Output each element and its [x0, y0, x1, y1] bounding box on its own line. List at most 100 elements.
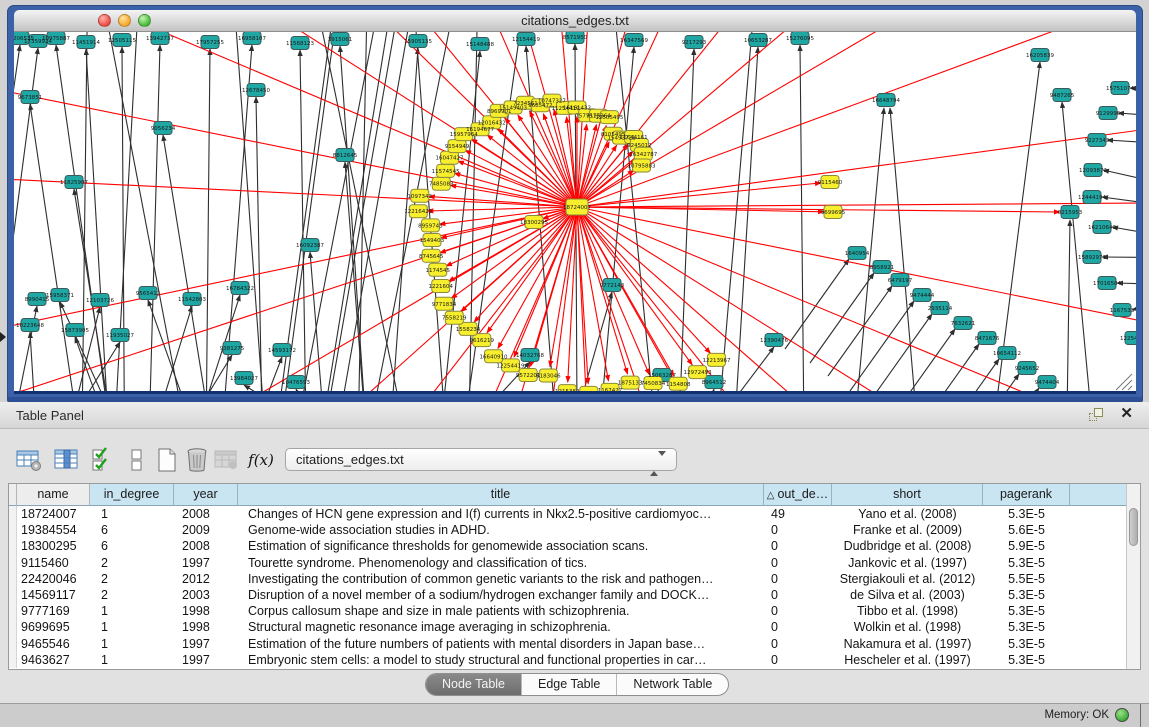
column-header-short[interactable]: short — [832, 484, 983, 506]
close-panel-icon[interactable]: ✕ — [1120, 406, 1133, 422]
cell-out_degree: 0 — [764, 571, 832, 587]
cell-filler — [1070, 522, 1128, 538]
cell-year: 1997 — [174, 555, 238, 571]
column-header-in_degree[interactable]: in_degree — [90, 484, 174, 506]
create-column-icon[interactable] — [152, 445, 182, 475]
deselect-all-icon[interactable] — [122, 445, 152, 475]
cell-short: Hescheler et al. (1997) — [832, 652, 983, 668]
svg-text:16784322: 16784322 — [226, 286, 254, 292]
cell-title: Investigating the contribution of common… — [238, 571, 764, 587]
tab-edge-table[interactable]: Edge Table — [522, 674, 617, 695]
cell-title: Disruption of a novel member of a sodium… — [238, 587, 764, 603]
cell-gutter — [9, 555, 17, 571]
svg-text:12093872: 12093872 — [1079, 168, 1107, 174]
cell-in_degree: 1 — [90, 636, 174, 652]
sort-ascending-icon: △ — [767, 490, 775, 501]
table-mode-icon[interactable] — [14, 445, 44, 475]
cell-in_degree: 2 — [90, 555, 174, 571]
cell-filler — [1070, 571, 1128, 587]
table-row[interactable]: 946362711997Embryonic stem cells: a mode… — [9, 652, 1126, 668]
table-row[interactable]: 977716911998Corpus callosum shape and si… — [9, 603, 1126, 619]
show-columns-icon[interactable] — [52, 445, 82, 475]
table-row[interactable]: 946554611997Estimation of the future num… — [9, 636, 1126, 652]
cell-pagerank: 5.9E-5 — [983, 538, 1070, 554]
svg-text:9572201: 9572201 — [516, 373, 541, 379]
tab-network-table[interactable]: Network Table — [617, 674, 728, 695]
memory-status-icon[interactable] — [1115, 708, 1129, 722]
svg-text:1215362: 1215362 — [555, 389, 580, 394]
svg-text:12103726: 12103726 — [86, 298, 114, 304]
column-header-title[interactable]: title — [238, 484, 764, 506]
svg-text:1875133: 1875133 — [618, 381, 643, 387]
svg-text:15873905: 15873905 — [61, 328, 89, 334]
column-header-out_degree[interactable]: △out_de… — [764, 484, 832, 506]
table-header-row: namein_degreeyeartitle△out_de…shortpager… — [9, 484, 1126, 506]
table-vertical-scrollbar[interactable] — [1126, 484, 1140, 669]
table-row[interactable]: 969969511998Structural magnetic resonanc… — [9, 619, 1126, 635]
function-builder-icon[interactable]: f(x) — [246, 445, 276, 475]
control-panel-expand-icon[interactable] — [0, 332, 6, 342]
cell-out_degree: 0 — [764, 538, 832, 554]
svg-text:12678450: 12678450 — [242, 88, 270, 94]
scrollbar-thumb[interactable] — [1129, 508, 1138, 546]
column-header-label: pagerank — [1000, 487, 1052, 501]
svg-text:16342787: 16342787 — [629, 152, 657, 158]
table-row[interactable]: 2242004622012Investigating the contribut… — [9, 571, 1126, 587]
tab-node-table[interactable]: Node Table — [426, 674, 522, 695]
cell-pagerank: 5.3E-5 — [983, 619, 1070, 635]
table-row[interactable]: 1872400712008Changes of HCN gene express… — [9, 506, 1126, 522]
cell-title: Embryonic stem cells: a model to study s… — [238, 652, 764, 668]
svg-text:7485083: 7485083 — [429, 182, 454, 188]
table-row[interactable]: 911546021997Tourette syndrome. Phenomeno… — [9, 555, 1126, 571]
cell-short: Yano et al. (2008) — [832, 506, 983, 522]
column-header-label: title — [491, 487, 510, 501]
cell-in_degree: 6 — [90, 538, 174, 554]
cell-title: Corpus callosum shape and size in male p… — [238, 603, 764, 619]
cell-gutter — [9, 652, 17, 668]
svg-text:9115460: 9115460 — [818, 180, 843, 186]
svg-text:6479197: 6479197 — [888, 278, 913, 284]
cell-name: 9699695 — [17, 619, 90, 635]
svg-text:9616219: 9616219 — [470, 338, 495, 344]
column-header-name[interactable]: name — [17, 484, 90, 506]
svg-text:15958371: 15958371 — [46, 293, 74, 299]
table-row[interactable]: 1830029562008Estimation of significance … — [9, 538, 1126, 554]
svg-text:12254419: 12254419 — [1120, 336, 1136, 342]
cell-pagerank: 5.3E-5 — [983, 636, 1070, 652]
cell-in_degree: 2 — [90, 571, 174, 587]
svg-text:12213967: 12213967 — [702, 358, 730, 364]
table-row[interactable]: 1456911722003Disruption of a novel membe… — [9, 587, 1126, 603]
cell-in_degree: 6 — [90, 522, 174, 538]
svg-text:9699695: 9699695 — [821, 210, 846, 216]
svg-text:10975887: 10975887 — [42, 36, 70, 42]
svg-text:1097343: 1097343 — [408, 194, 433, 200]
citation-network-graph[interactable]: 2020653517359924109758871145191412505115… — [14, 32, 1136, 394]
cell-gutter — [9, 619, 17, 635]
status-bar: Memory: OK — [0, 703, 1149, 727]
column-header-label: out_de… — [777, 487, 828, 501]
svg-text:8959743: 8959743 — [418, 223, 443, 229]
select-all-icon[interactable] — [88, 445, 118, 475]
cell-title: Estimation of significance thresholds fo… — [238, 538, 764, 554]
network-window-titlebar[interactable]: citations_edges.txt — [14, 10, 1136, 32]
cell-name: 9115460 — [17, 555, 90, 571]
cell-out_degree: 0 — [764, 587, 832, 603]
delete-column-icon[interactable] — [182, 445, 212, 475]
float-panel-icon[interactable] — [1089, 408, 1105, 422]
column-header-year[interactable]: year — [174, 484, 238, 506]
svg-text:9565412: 9565412 — [136, 291, 161, 297]
column-header-pagerank[interactable]: pagerank — [983, 484, 1070, 506]
table-row[interactable]: 1938455462009Genome-wide association stu… — [9, 522, 1126, 538]
svg-text:10654112: 10654112 — [993, 351, 1021, 357]
svg-text:1154808: 1154808 — [666, 382, 691, 388]
svg-text:11644161: 11644161 — [620, 135, 648, 141]
cell-short: Stergiakouli et al. (2012) — [832, 571, 983, 587]
resize-grip-icon[interactable] — [1116, 374, 1132, 390]
cell-in_degree: 1 — [90, 652, 174, 668]
svg-text:12254419: 12254419 — [497, 363, 525, 369]
table-selector-value: citations_edges.txt — [296, 452, 404, 467]
svg-text:9056234: 9056234 — [151, 126, 176, 132]
svg-text:11568123: 11568123 — [286, 41, 314, 47]
table-selector-dropdown[interactable]: citations_edges.txt — [285, 448, 677, 471]
network-view-canvas[interactable]: 2020653517359924109758871145191412505115… — [14, 32, 1136, 394]
